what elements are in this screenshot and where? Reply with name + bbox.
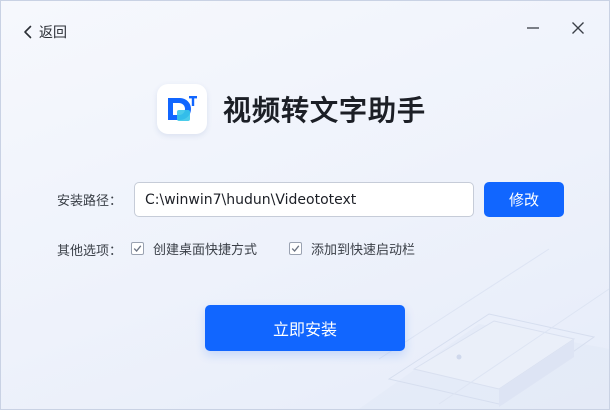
back-button[interactable]: 返回 [23,22,67,42]
close-icon [572,22,584,34]
desktop-shortcut-label: 创建桌面快捷方式 [153,242,258,258]
minimize-button[interactable] [522,17,544,39]
app-logo [157,84,207,134]
check-icon [291,244,300,252]
quick-launch-option[interactable]: 添加到快速启动栏 [289,239,416,258]
check-icon [133,244,142,252]
desktop-shortcut-option[interactable]: 创建桌面快捷方式 [131,239,258,258]
video-text-logo-icon [168,96,197,121]
back-label: 返回 [39,25,67,41]
app-title: 视频转文字助手 [223,94,427,127]
modify-path-button[interactable]: 修改 [484,182,564,217]
close-button[interactable] [567,17,589,39]
desktop-shortcut-checkbox[interactable] [131,241,144,255]
install-path-label: 安装路径： [57,194,123,209]
install-path-input[interactable] [134,182,474,217]
other-options-label: 其他选项： [57,244,123,259]
chevron-left-icon [24,25,32,39]
installer-window: 返回 视频转文字助手 安装路径： 修改 其他选项： [0,0,610,410]
quick-launch-label: 添加到快速启动栏 [311,242,416,258]
minimize-icon [527,27,539,29]
install-now-button[interactable]: 立即安装 [205,305,405,351]
quick-launch-checkbox[interactable] [289,241,302,255]
brand-header: 视频转文字助手 [157,84,426,134]
